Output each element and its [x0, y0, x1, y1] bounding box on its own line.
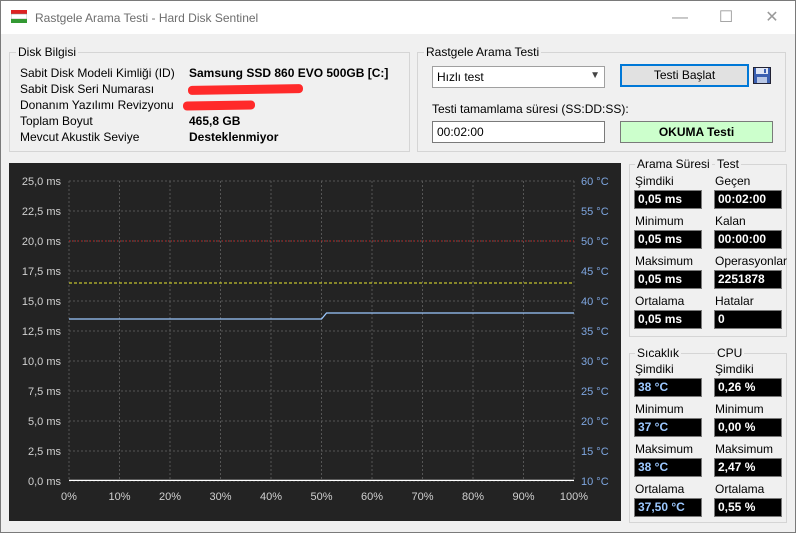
x-tick-label: 10% [108, 491, 130, 503]
cpu-title: CPU [715, 346, 745, 360]
errors-label: Hatalar [715, 294, 754, 308]
duration-label: Testi tamamlama süresi (SS:DD:SS): [432, 102, 629, 116]
total-size-value: 465,8 GB [189, 114, 241, 128]
model-id-value: Samsung SSD 860 EVO 500GB [C:] [189, 66, 389, 80]
y-right-tick-label: 30 °C [581, 356, 609, 368]
operations-value: 2251878 [714, 270, 782, 289]
disk-info-title: Disk Bilgisi [16, 45, 79, 59]
y-right-tick-label: 55 °C [581, 206, 609, 218]
seek-time-chart: 25,0 ms 60 °C 22,5 ms 55 °C 20,0 ms 50 °C 17,5… [9, 163, 621, 521]
main-window: Rastgele Arama Testi - Hard Disk Sentine… [0, 0, 796, 533]
cpu-avg-value: 0,55 % [714, 498, 782, 517]
temp-current-label: Şimdiki [635, 362, 674, 376]
acoustic-level-label: Mevcut Akustik Seviye [20, 130, 140, 144]
y-right-tick-label: 45 °C [581, 266, 609, 278]
elapsed-label: Geçen [715, 174, 751, 188]
y-right-tick-label: 35 °C [581, 326, 609, 338]
x-tick-label: 60% [361, 491, 383, 503]
firmware-label: Donanım Yazılımı Revizyonu [20, 98, 174, 112]
test-mode-value: Hızlı test [437, 70, 484, 84]
maximize-button[interactable]: ☐ [703, 1, 749, 34]
y-right-tick-label: 25 °C [581, 386, 609, 398]
cpu-avg-label: Ortalama [715, 482, 765, 496]
operations-label: Operasyonlar [715, 254, 788, 268]
x-tick-label: 50% [310, 491, 332, 503]
cpu-max-label: Maksimum [715, 442, 774, 456]
cpu-max-value: 2,47 % [714, 458, 782, 477]
firmware-redaction-mark [182, 100, 256, 111]
x-tick-label: 30% [209, 491, 231, 503]
y-left-tick-label: 2,5 ms [28, 446, 62, 458]
duration-input[interactable]: 00:02:00 [432, 121, 605, 143]
cpu-current-label: Şimdiki [715, 362, 754, 376]
remaining-label: Kalan [715, 214, 746, 228]
total-size-label: Toplam Boyut [20, 114, 93, 128]
x-tick-label: 90% [512, 491, 534, 503]
window-title: Rastgele Arama Testi - Hard Disk Sentine… [35, 11, 259, 25]
temp-current-value: 38 °C [634, 378, 702, 397]
title-bar[interactable]: Rastgele Arama Testi - Hard Disk Sentine… [1, 1, 795, 34]
y-left-tick-label: 20,0 ms [22, 236, 62, 248]
cpu-current-value: 0,26 % [714, 378, 782, 397]
x-tick-label: 40% [260, 491, 282, 503]
serial-number-label: Sabit Disk Seri Numarası [20, 82, 155, 96]
y-left-tick-label: 22,5 ms [22, 206, 62, 218]
y-left-tick-label: 12,5 ms [22, 326, 62, 338]
cpu-min-value: 0,00 % [714, 418, 782, 437]
close-button[interactable]: ✕ [749, 1, 795, 34]
x-tick-label: 100% [560, 491, 588, 503]
y-left-tick-label: 15,0 ms [22, 296, 62, 308]
temperature-title: Sıcaklık [635, 346, 682, 360]
remaining-value: 00:00:00 [714, 230, 782, 249]
x-tick-label: 20% [159, 491, 181, 503]
temp-max-value: 38 °C [634, 458, 702, 477]
temp-avg-value: 37,50 °C [634, 498, 702, 517]
temp-avg-label: Ortalama [635, 482, 685, 496]
test-stats-title: Test [715, 157, 742, 171]
app-logo-icon [11, 10, 27, 23]
seek-time-title: Arama Süresi [635, 157, 712, 171]
y-left-tick-label: 10,0 ms [22, 356, 62, 368]
read-test-button[interactable]: OKUMA Testi [620, 121, 773, 143]
y-right-tick-label: 20 °C [581, 416, 609, 428]
y-right-tick-label: 50 °C [581, 236, 609, 248]
start-test-button[interactable]: Testi Başlat [620, 64, 749, 87]
y-left-tick-label: 0,0 ms [28, 476, 62, 488]
minimize-button[interactable]: — [657, 1, 703, 34]
temp-min-value: 37 °C [634, 418, 702, 437]
y-left-tick-label: 5,0 ms [28, 416, 62, 428]
y-right-tick-label: 15 °C [581, 446, 609, 458]
chevron-down-icon: ▼ [590, 70, 600, 81]
acoustic-level-value: Desteklenmiyor [189, 130, 279, 144]
seek-avg-value: 0,05 ms [634, 310, 702, 329]
model-id-label: Sabit Disk Modeli Kimliği (ID) [20, 66, 175, 80]
seek-current-label: Şimdiki [635, 174, 674, 188]
x-tick-label: 0% [61, 491, 77, 503]
y-left-tick-label: 17,5 ms [22, 266, 62, 278]
y-left-tick-label: 25,0 ms [22, 176, 62, 188]
temp-min-label: Minimum [635, 402, 684, 416]
errors-value: 0 [714, 310, 782, 329]
y-right-tick-label: 10 °C [581, 476, 609, 488]
seek-avg-label: Ortalama [635, 294, 685, 308]
seek-min-label: Minimum [635, 214, 684, 228]
seek-min-value: 0,05 ms [634, 230, 702, 249]
y-right-tick-label: 60 °C [581, 176, 609, 188]
seek-current-value: 0,05 ms [634, 190, 702, 209]
save-icon[interactable] [753, 67, 771, 84]
elapsed-value: 00:02:00 [714, 190, 782, 209]
cpu-min-label: Minimum [715, 402, 764, 416]
test-mode-select[interactable]: Hızlı test ▼ [432, 66, 605, 88]
temp-max-label: Maksimum [635, 442, 694, 456]
seek-max-value: 0,05 ms [634, 270, 702, 289]
seek-max-label: Maksimum [635, 254, 694, 268]
y-left-tick-label: 7,5 ms [28, 386, 62, 398]
y-right-tick-label: 40 °C [581, 296, 609, 308]
random-seek-title: Rastgele Arama Testi [424, 45, 542, 59]
x-tick-label: 70% [411, 491, 433, 503]
x-tick-label: 80% [462, 491, 484, 503]
